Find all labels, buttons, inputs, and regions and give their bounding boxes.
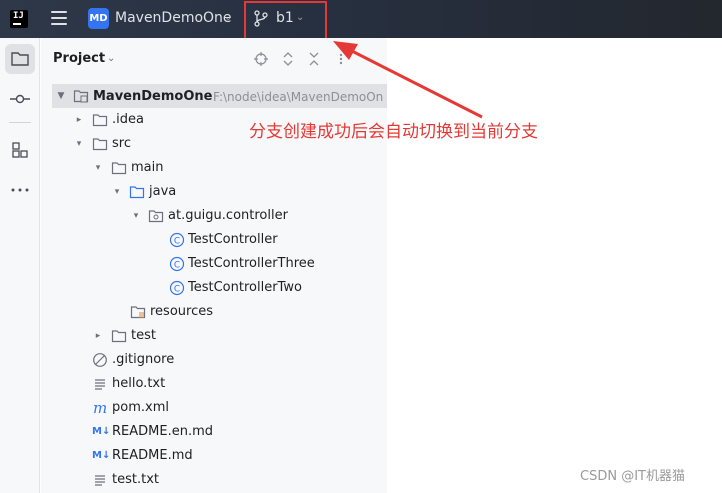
tree-item-label[interactable]: MavenDemoOne [93,89,212,105]
tree-item-label[interactable]: src [112,136,131,152]
package-icon [148,210,164,223]
expand-arrow-icon[interactable]: ▾ [74,139,84,149]
chevron-down-icon[interactable]: ⌄ [107,53,115,64]
tree-item-label[interactable]: main [131,160,163,176]
folder-icon [111,162,127,175]
tree-item-label[interactable]: README.en.md [112,424,213,440]
text-file-icon [95,379,105,390]
collapse-all-icon[interactable] [307,52,321,66]
maven-icon: m [93,399,108,417]
tree-item-label[interactable]: at.guigu.controller [168,208,288,224]
annotation-text: 分支创建成功后会自动切换到当前分支 [249,122,538,142]
collapsed-arrow-icon[interactable]: ▸ [93,331,103,341]
tree-item-label[interactable]: TestController [188,232,278,248]
panel-title[interactable]: Project [53,51,105,66]
expand-arrow-icon[interactable]: ▾ [112,187,122,197]
collapsed-arrow-icon[interactable]: ▸ [74,115,84,125]
hamburger-menu-icon[interactable] [51,11,67,25]
chevron-down-icon[interactable]: ⌄ [224,12,232,23]
resources-folder-icon [130,306,146,319]
ide-logo-text: IJ [13,11,24,21]
svg-text:C: C [174,285,180,295]
folder-icon [92,138,108,151]
class-icon: C [169,280,185,296]
more-icon[interactable] [10,180,30,200]
folder-icon [111,330,127,343]
tree-item-label[interactable]: test [131,328,156,344]
project-name[interactable]: MavenDemoOne [115,10,232,26]
commit-icon[interactable] [10,89,30,109]
tree-item-label[interactable]: .idea [112,112,144,128]
tree-item-label[interactable]: TestControllerThree [188,256,315,272]
title-bar: IJ MD MavenDemoOne ⌄ b1 ⌄ [0,0,722,38]
tree-item-label[interactable]: resources [150,304,213,320]
svg-text:C: C [174,261,180,271]
ide-logo-icon: IJ [10,10,28,28]
source-folder-icon [129,186,145,199]
tree-item-label[interactable]: test.txt [112,472,159,488]
svg-text:C: C [174,237,180,247]
tree-item-label[interactable]: README.md [112,448,193,464]
structure-icon[interactable] [10,140,30,160]
class-icon: C [169,232,185,248]
branch-highlight-box [244,1,327,42]
locate-icon[interactable] [254,52,268,66]
text-file-icon [95,475,105,486]
tree-item-path: F:\node\idea\MavenDemoOn [213,90,384,104]
options-icon[interactable] [334,52,348,66]
ignore-file-icon [93,353,107,367]
tree-item-label[interactable]: hello.txt [112,376,165,392]
tree-item-label[interactable]: TestControllerTwo [188,280,302,296]
markdown-icon: M↓ [92,450,111,461]
folder-icon[interactable] [10,49,30,69]
markdown-icon: M↓ [92,426,111,437]
tree-item-label[interactable]: pom.xml [112,400,169,416]
tree-item-label[interactable]: java [149,184,176,200]
expand-arrow-icon[interactable]: ▼ [56,91,66,101]
expand-all-icon[interactable] [281,52,295,66]
module-folder-icon [73,90,89,103]
watermark: CSDN @IT机器猫 [580,469,685,484]
divider [9,122,31,123]
class-icon: C [169,256,185,272]
project-badge[interactable]: MD [88,8,109,29]
tree-item-label[interactable]: .gitignore [112,352,174,368]
expand-arrow-icon[interactable]: ▾ [93,163,103,173]
expand-arrow-icon[interactable]: ▾ [131,211,141,221]
folder-icon [92,114,108,127]
